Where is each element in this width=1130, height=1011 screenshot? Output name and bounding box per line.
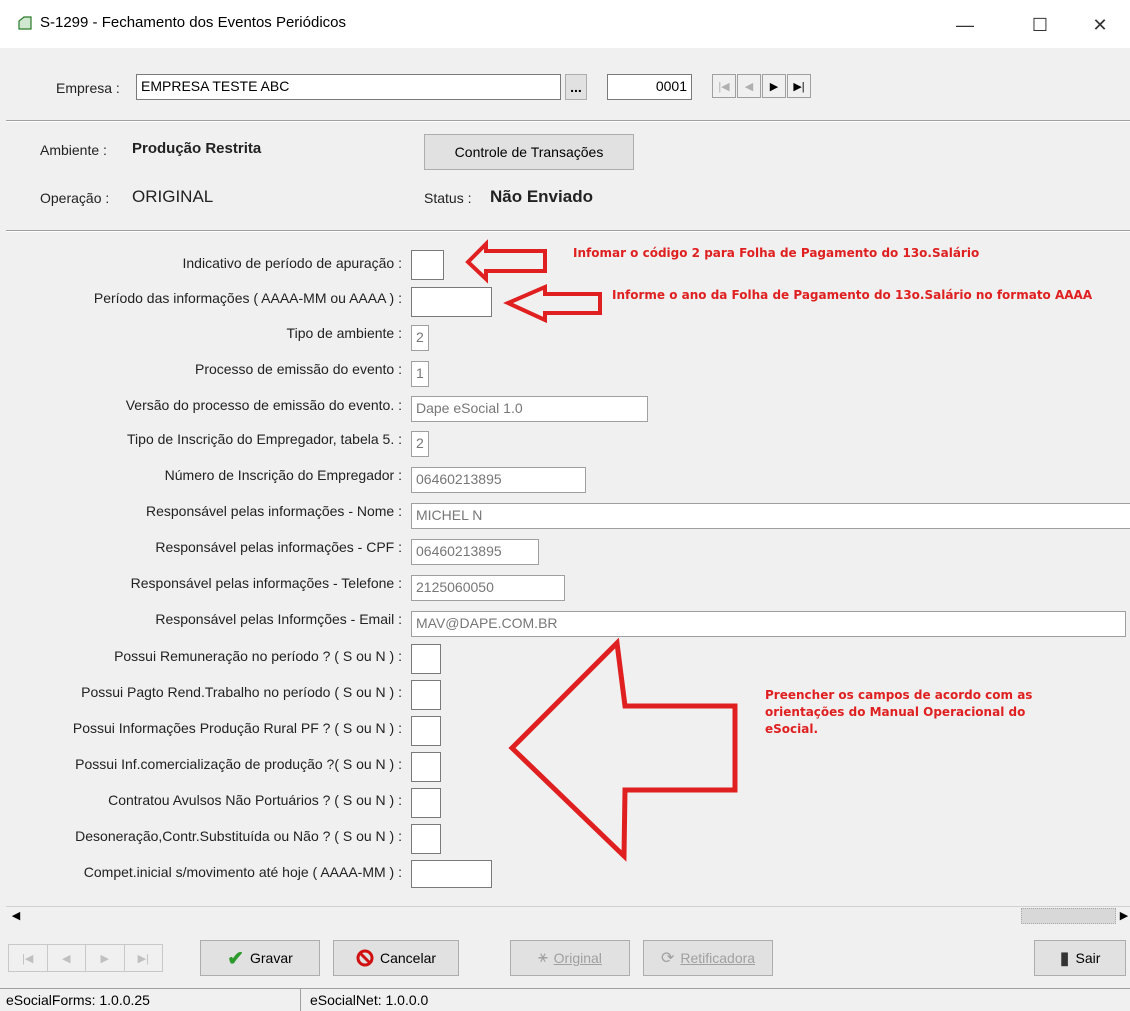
retificadora-label: Retificadora <box>680 950 756 966</box>
nav-next-icon[interactable]: ▶ <box>86 945 125 971</box>
refresh-icon: ⟳ <box>660 950 675 967</box>
status-divider <box>300 989 301 1011</box>
status-net-version: eSocialNet: 1.0.0.0 <box>310 992 429 1008</box>
bottom-toolbar: |◀ ◀ ▶ ▶| ✔ Gravar Cancelar ⚹ Original ⟳… <box>0 932 1130 988</box>
sair-button[interactable]: ▮ Sair <box>1034 940 1126 976</box>
gravar-button[interactable]: ✔ Gravar <box>200 940 320 976</box>
annotation-indicativo: Infomar o código 2 para Folha de Pagamen… <box>573 246 980 260</box>
arrow-3-icon <box>508 637 738 862</box>
annotation-line-2: orientações do Manual Operacional do <box>765 705 1026 719</box>
arrow-2-icon <box>503 283 602 324</box>
annotation-arrows <box>465 239 738 862</box>
annotation-line-1: Preencher os campos de acordo com as <box>765 688 1033 702</box>
cancelar-label: Cancelar <box>379 950 437 966</box>
annotation-preencher: Preencher os campos de acordo com as ori… <box>765 687 1032 738</box>
status-bar: eSocialForms: 1.0.0.25 eSocialNet: 1.0.0… <box>0 988 1130 1011</box>
scrollbar-thumb[interactable] <box>1021 908 1116 924</box>
scroll-right-icon[interactable]: ▶ <box>1118 909 1130 923</box>
gravar-label: Gravar <box>249 950 293 966</box>
checkmark-icon: ✔ <box>227 947 244 970</box>
retificadora-button[interactable]: ⟳ Retificadora <box>643 940 773 976</box>
walk-icon: ⚹ <box>538 949 548 966</box>
arrow-1-icon <box>465 239 547 284</box>
nav-first-icon[interactable]: |◀ <box>9 945 48 971</box>
cancel-icon <box>356 949 374 967</box>
original-label: Original <box>553 950 602 966</box>
sair-label: Sair <box>1075 950 1101 966</box>
annotation-periodo: Informe o ano da Folha de Pagamento do 1… <box>612 288 1093 302</box>
annotation-line-3: eSocial. <box>765 722 819 736</box>
exit-door-icon: ▮ <box>1059 947 1070 968</box>
original-button[interactable]: ⚹ Original <box>510 940 630 976</box>
record-nav-group: |◀ ◀ ▶ ▶| <box>8 944 163 972</box>
nav-prev-icon[interactable]: ◀ <box>48 945 86 971</box>
horizontal-scrollbar[interactable]: ◀ ▶ <box>6 906 1130 925</box>
status-forms-version: eSocialForms: 1.0.0.25 <box>6 992 150 1008</box>
cancelar-button[interactable]: Cancelar <box>333 940 459 976</box>
scroll-left-icon[interactable]: ◀ <box>8 909 24 923</box>
nav-last-icon[interactable]: ▶| <box>125 945 163 971</box>
